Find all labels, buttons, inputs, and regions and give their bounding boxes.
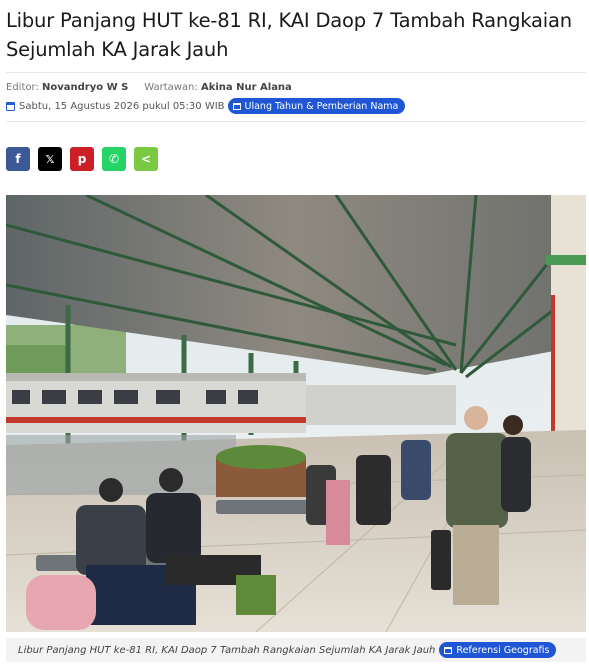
reporter-name[interactable]: Akina Nur Alana (201, 82, 292, 93)
pinterest-icon: p (77, 152, 87, 166)
facebook-share-button[interactable]: f (6, 147, 30, 171)
category-badge-label: Ulang Tahun & Pemberian Nama (244, 100, 399, 112)
generic-share-button[interactable]: < (134, 147, 158, 171)
reporter-label: Wartawan: (144, 82, 198, 93)
byline: Editor: Novandryo W S Wartawan: Akina Nu… (6, 82, 292, 93)
caption-text: Libur Panjang HUT ke-81 RI, KAI Daop 7 T… (18, 644, 436, 656)
publish-date: Sabtu, 15 Agustus 2026 pukul 05:30 WIB (19, 100, 225, 112)
caption-badge[interactable]: Referensi Geografis (439, 642, 557, 658)
article-photo (6, 195, 586, 632)
editor-label: Editor: (6, 82, 39, 93)
tag-icon (232, 102, 241, 110)
share-bar: f 𝕏 p ✆ < (6, 147, 158, 171)
photo-caption: Libur Panjang HUT ke-81 RI, KAI Daop 7 T… (6, 638, 586, 662)
editor-name[interactable]: Novandryo W S (42, 82, 128, 93)
tag-icon (444, 646, 453, 654)
article-title: Libur Panjang HUT ke-81 RI, KAI Daop 7 T… (6, 9, 572, 61)
whatsapp-icon: ✆ (108, 152, 120, 166)
date-row: Sabtu, 15 Agustus 2026 pukul 05:30 WIB U… (6, 98, 406, 114)
category-badge[interactable]: Ulang Tahun & Pemberian Nama (227, 98, 406, 114)
pinterest-share-button[interactable]: p (70, 147, 94, 171)
share-icon: < (140, 152, 152, 166)
divider (6, 72, 586, 73)
caption-badge-label: Referensi Geografis (456, 644, 550, 656)
calendar-icon (6, 101, 15, 111)
facebook-icon: f (15, 152, 21, 166)
station-platform-illustration (6, 195, 586, 632)
x-share-button[interactable]: 𝕏 (38, 147, 62, 171)
x-icon: 𝕏 (45, 152, 55, 166)
whatsapp-share-button[interactable]: ✆ (102, 147, 126, 171)
divider (6, 121, 586, 122)
